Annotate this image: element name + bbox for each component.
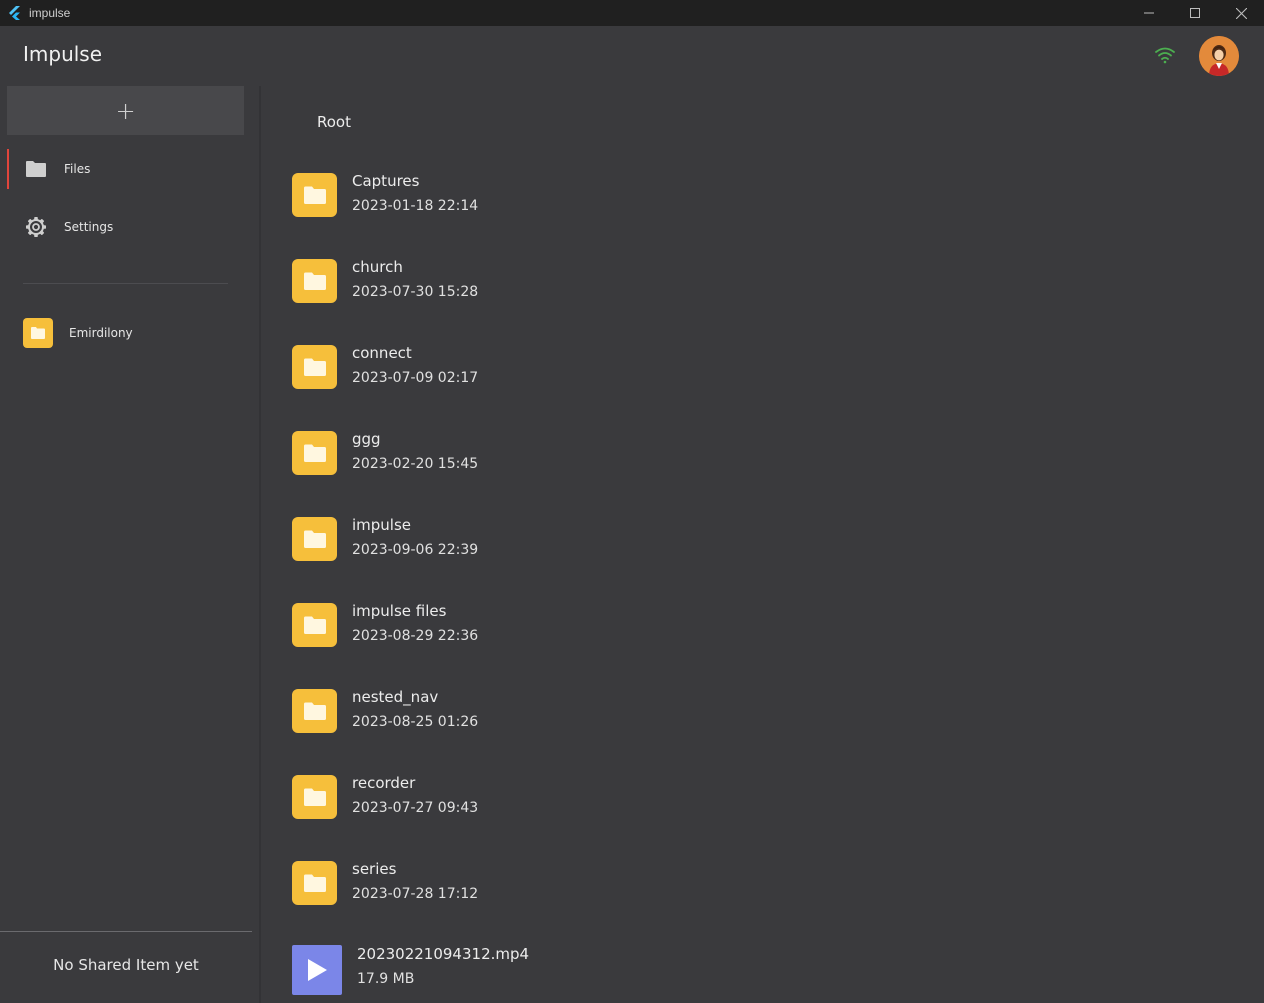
- list-item[interactable]: connect 2023-07-09 02:17: [292, 337, 892, 397]
- item-date: 2023-07-27 09:43: [352, 800, 479, 816]
- folder-badge: [292, 259, 337, 303]
- folder-icon: [303, 272, 326, 290]
- folder-badge: [292, 173, 337, 217]
- gear-icon: [26, 217, 46, 237]
- item-name: 20230221094312.mp4: [357, 945, 530, 963]
- item-name: ggg: [352, 430, 381, 448]
- minimize-icon[interactable]: [1126, 0, 1172, 26]
- flutter-logo-icon: [9, 6, 20, 20]
- item-date: 2023-07-09 02:17: [352, 370, 479, 386]
- list-item[interactable]: 20230221094312.mp4 17.9 MB: [292, 938, 892, 998]
- item-date: 2023-07-28 17:12: [352, 886, 479, 902]
- wifi-icon[interactable]: [1154, 46, 1176, 64]
- item-name: recorder: [352, 774, 416, 792]
- list-item[interactable]: recorder 2023-07-27 09:43: [292, 767, 892, 827]
- sidebar-item-files[interactable]: Files: [0, 149, 259, 189]
- folder-icon: [303, 358, 326, 376]
- item-size: 17.9 MB: [357, 971, 415, 987]
- close-icon[interactable]: [1218, 0, 1264, 26]
- breadcrumb[interactable]: Root: [317, 113, 351, 131]
- list-item[interactable]: impulse 2023-09-06 22:39: [292, 509, 892, 569]
- sidebar-item-label: Files: [64, 162, 91, 176]
- item-name: series: [352, 860, 397, 878]
- item-name: Captures: [352, 172, 420, 190]
- sidebar-separator: [259, 86, 261, 1003]
- play-icon: [308, 959, 327, 981]
- folder-badge: [292, 431, 337, 475]
- window-controls: [1126, 0, 1264, 26]
- folder-badge: [292, 603, 337, 647]
- folder-icon: [303, 874, 326, 892]
- folder-icon: [303, 616, 326, 634]
- item-name: nested_nav: [352, 688, 439, 706]
- item-date: 2023-02-20 15:45: [352, 456, 479, 472]
- folder-badge: [292, 345, 337, 389]
- sidebar-item-settings[interactable]: Settings: [0, 207, 259, 247]
- folder-icon: [26, 161, 46, 177]
- folder-badge: [292, 861, 337, 905]
- folder-icon: [303, 186, 326, 204]
- list-item[interactable]: ggg 2023-02-20 15:45: [292, 423, 892, 483]
- item-date: 2023-07-30 15:28: [352, 284, 479, 300]
- folder-badge: [292, 517, 337, 561]
- list-item[interactable]: nested_nav 2023-08-25 01:26: [292, 681, 892, 741]
- sidebar: + Files Settings Emirdilony No Shared It…: [0, 86, 259, 1003]
- folder-icon: [303, 702, 326, 720]
- video-badge: [292, 945, 342, 995]
- list-item[interactable]: church 2023-07-30 15:28: [292, 251, 892, 311]
- item-date: 2023-01-18 22:14: [352, 198, 479, 214]
- avatar[interactable]: [1199, 36, 1239, 76]
- sidebar-item-label: Settings: [64, 220, 114, 234]
- empty-shared-text: No Shared Item yet: [53, 956, 199, 974]
- user-avatar-icon: [1199, 36, 1239, 76]
- window-titlebar: impulse: [0, 0, 1264, 26]
- list-item[interactable]: series 2023-07-28 17:12: [292, 853, 892, 913]
- folder-icon: [303, 788, 326, 806]
- item-name: impulse: [352, 516, 412, 534]
- window-title: impulse: [29, 6, 71, 20]
- shared-user-label: Emirdilony: [69, 326, 133, 340]
- app-title: Impulse: [23, 42, 103, 66]
- maximize-icon[interactable]: [1172, 0, 1218, 26]
- app-header: Impulse: [0, 26, 1264, 86]
- sidebar-bottom-divider: [0, 931, 252, 932]
- folder-icon: [31, 327, 45, 339]
- item-name: connect: [352, 344, 412, 362]
- item-date: 2023-08-25 01:26: [352, 714, 479, 730]
- folder-icon: [303, 530, 326, 548]
- item-name: impulse files: [352, 602, 447, 620]
- list-item[interactable]: impulse files 2023-08-29 22:36: [292, 595, 892, 655]
- item-date: 2023-09-06 22:39: [352, 542, 479, 558]
- active-indicator: [7, 149, 9, 189]
- item-date: 2023-08-29 22:36: [352, 628, 479, 644]
- folder-badge: [292, 689, 337, 733]
- sidebar-divider: [23, 283, 228, 284]
- folder-badge: [292, 775, 337, 819]
- shared-user-item[interactable]: Emirdilony: [23, 317, 133, 349]
- folder-badge: [23, 318, 53, 348]
- add-button[interactable]: +: [7, 86, 244, 135]
- folder-icon: [303, 444, 326, 462]
- item-name: church: [352, 258, 403, 276]
- list-item[interactable]: Captures 2023-01-18 22:14: [292, 165, 892, 225]
